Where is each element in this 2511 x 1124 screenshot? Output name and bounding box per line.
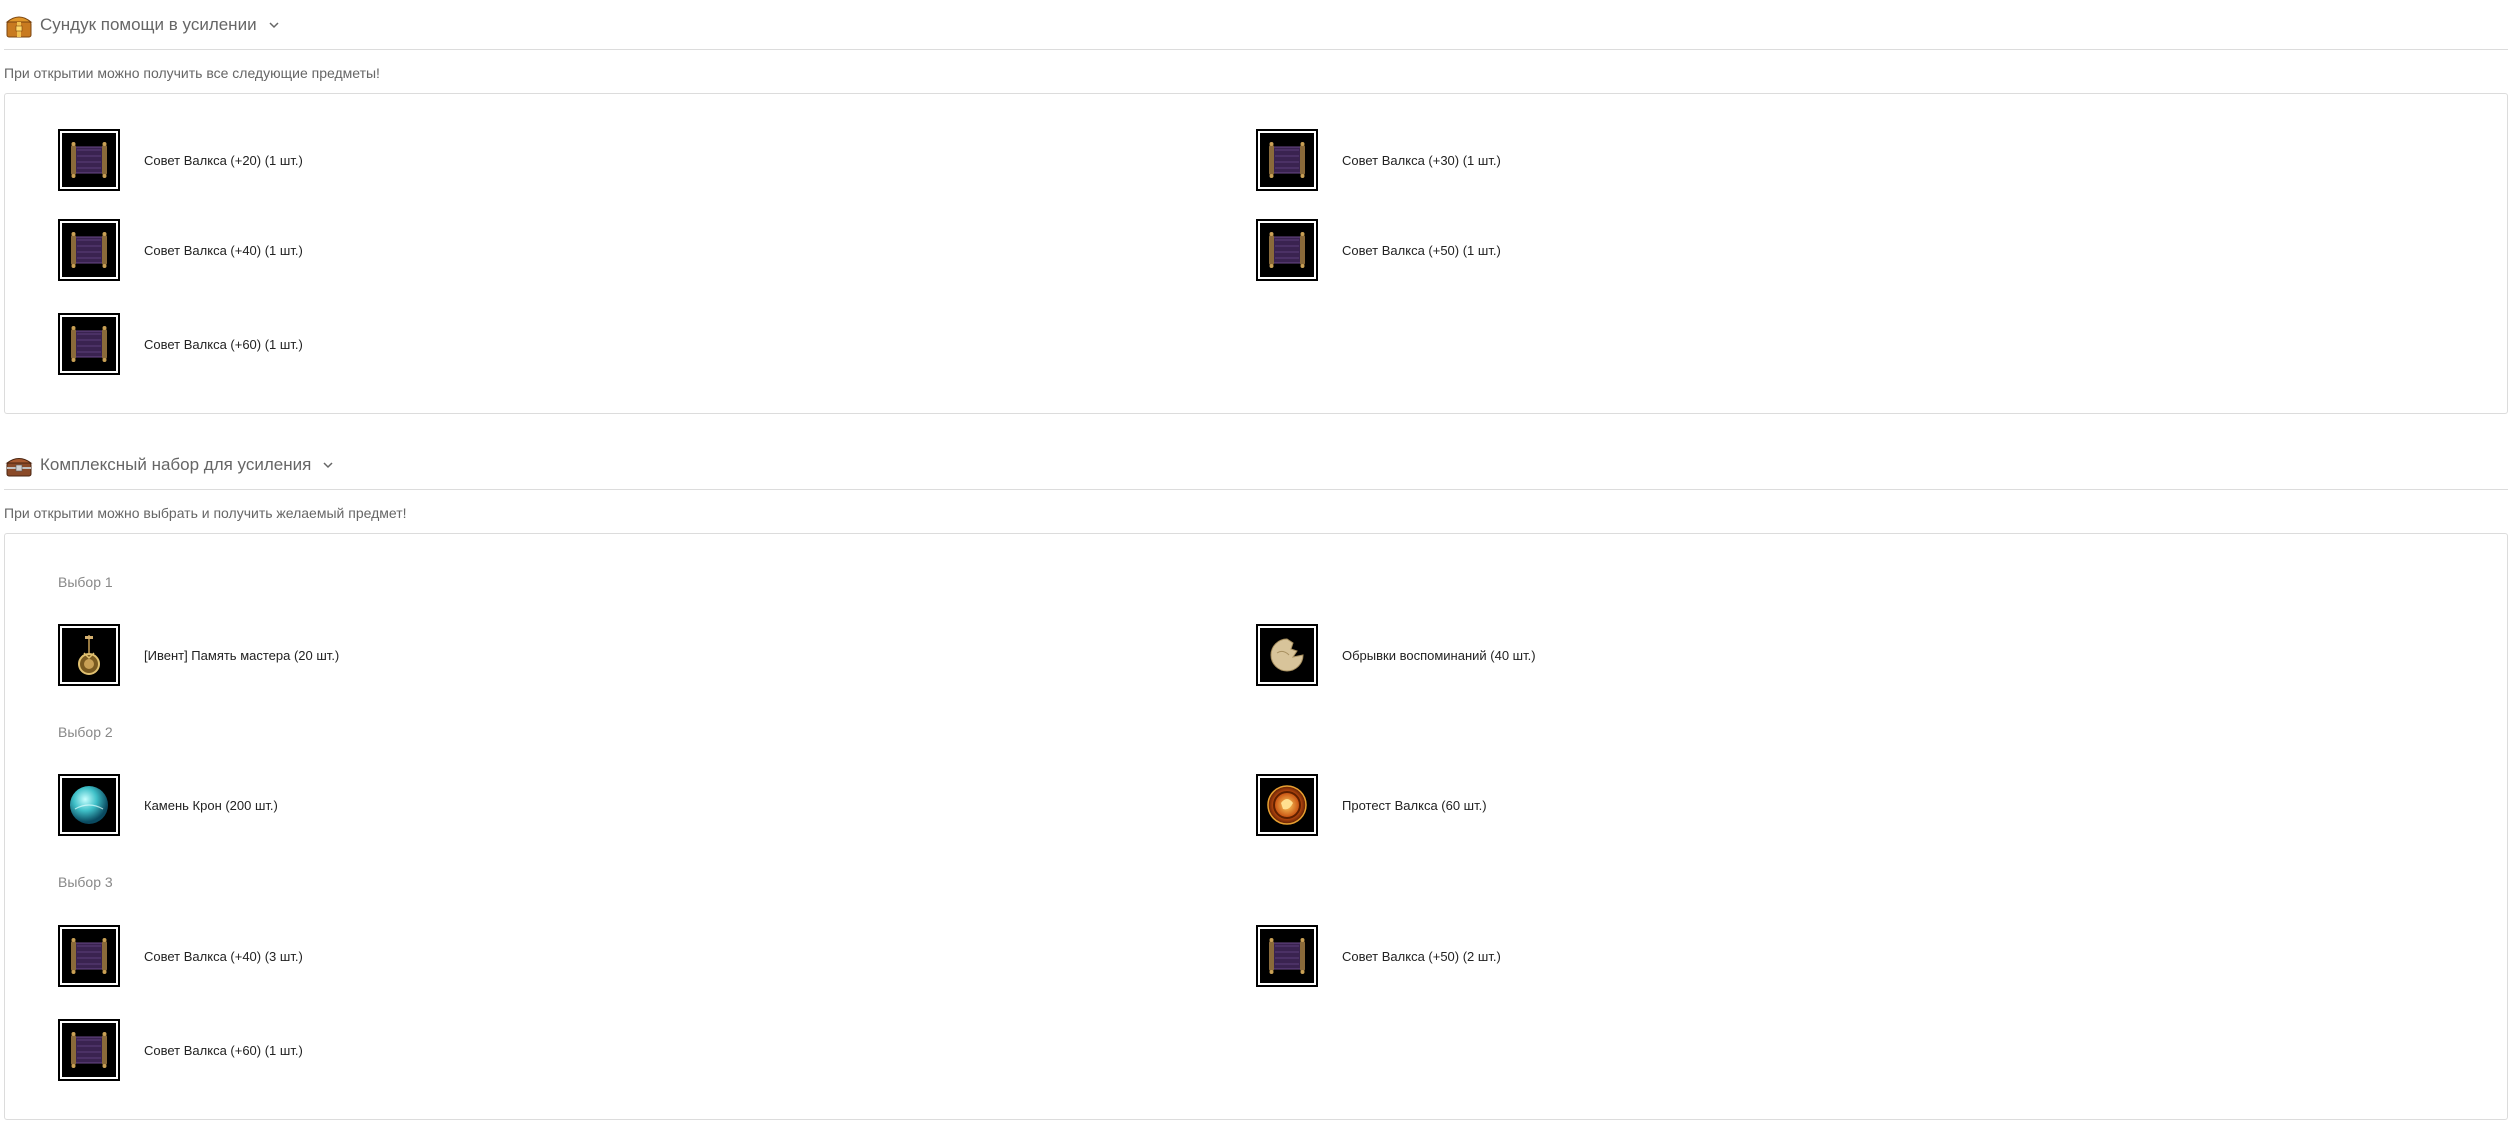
scroll-icon: [65, 136, 113, 184]
scroll-icon: [65, 932, 113, 980]
page: Сундук помощи в усилении При открытии мо…: [0, 0, 2511, 1124]
list-item: Совет Валкса (+40) (1 шт.): [58, 219, 303, 281]
item-slot[interactable]: [58, 129, 120, 191]
scroll-icon: [1263, 136, 1311, 184]
item-slot[interactable]: [58, 1019, 120, 1081]
section-2-description: При открытии можно выбрать и получить же…: [4, 505, 407, 521]
pendant-icon: [65, 631, 113, 679]
item-label: Совет Валкса (+60) (1 шт.): [144, 1042, 303, 1058]
choices-box: Выбор 1 [Ивент] Память мастера (20 шт.) …: [4, 533, 2508, 1120]
list-item: Совет Валкса (+60) (1 шт.): [58, 1019, 303, 1081]
item-slot[interactable]: [1256, 774, 1318, 836]
item-slot[interactable]: [1256, 925, 1318, 987]
item-label: [Ивент] Память мастера (20 шт.): [144, 647, 340, 663]
scroll-icon: [1263, 226, 1311, 274]
item-label: Совет Валкса (+50) (2 шт.): [1342, 948, 1501, 964]
choice-label: Выбор 1: [58, 574, 113, 590]
scroll-icon: [65, 320, 113, 368]
section-1-header[interactable]: Сундук помощи в усилении: [4, 10, 281, 40]
list-item: Обрывки воспоминаний (40 шт.): [1256, 624, 1536, 686]
item-label: Совет Валкса (+40) (1 шт.): [144, 242, 303, 258]
divider: [4, 49, 2508, 50]
item-slot[interactable]: [1256, 129, 1318, 191]
scroll-icon: [65, 1026, 113, 1074]
item-slot[interactable]: [58, 624, 120, 686]
cron-stone-icon: [65, 781, 113, 829]
list-item: Совет Валкса (+40) (3 шт.): [58, 925, 303, 987]
scroll-icon: [65, 226, 113, 274]
scroll-icon: [1263, 932, 1311, 980]
list-item: Совет Валкса (+60) (1 шт.): [58, 313, 303, 375]
list-item: Совет Валкса (+50) (1 шт.): [1256, 219, 1501, 281]
item-label: Совет Валкса (+20) (1 шт.): [144, 152, 303, 168]
item-slot[interactable]: [58, 925, 120, 987]
fragment-icon: [1263, 631, 1311, 679]
chevron-down-icon[interactable]: [267, 18, 281, 32]
list-item: Совет Валкса (+50) (2 шт.): [1256, 925, 1501, 987]
list-item: [Ивент] Память мастера (20 шт.): [58, 624, 339, 686]
list-item: Совет Валкса (+20) (1 шт.): [58, 129, 303, 191]
choice-label: Выбор 2: [58, 724, 113, 740]
item-label: Совет Валкса (+30) (1 шт.): [1342, 152, 1501, 168]
section-2-title: Комплексный набор для усиления: [40, 455, 312, 474]
chevron-down-icon[interactable]: [321, 458, 335, 472]
item-slot[interactable]: [58, 219, 120, 281]
item-label: Обрывки воспоминаний (40 шт.): [1342, 647, 1536, 663]
treasure-chest-icon: [4, 450, 34, 480]
item-slot[interactable]: [58, 774, 120, 836]
item-label: Совет Валкса (+60) (1 шт.): [144, 336, 303, 352]
item-label: Совет Валкса (+50) (1 шт.): [1342, 242, 1501, 258]
item-slot[interactable]: [1256, 219, 1318, 281]
item-slot[interactable]: [58, 313, 120, 375]
item-label: Совет Валкса (+40) (3 шт.): [144, 948, 303, 964]
item-label: Камень Крон (200 шт.): [144, 797, 278, 813]
list-item: Камень Крон (200 шт.): [58, 774, 278, 836]
divider: [4, 489, 2508, 490]
choice-label: Выбор 3: [58, 874, 113, 890]
item-label: Протест Валкса (60 шт.): [1342, 797, 1487, 813]
section-1-description: При открытии можно получить все следующи…: [4, 65, 380, 81]
section-2-header[interactable]: Комплексный набор для усиления: [4, 450, 335, 480]
list-item: Совет Валкса (+30) (1 шт.): [1256, 129, 1501, 191]
item-slot[interactable]: [1256, 624, 1318, 686]
treasure-chest-icon: [4, 10, 34, 40]
valks-protest-icon: [1263, 781, 1311, 829]
list-item: Протест Валкса (60 шт.): [1256, 774, 1487, 836]
items-box: Совет Валкса (+20) (1 шт.) Совет Валкса …: [4, 93, 2508, 414]
section-1-title: Сундук помощи в усилении: [40, 15, 257, 34]
